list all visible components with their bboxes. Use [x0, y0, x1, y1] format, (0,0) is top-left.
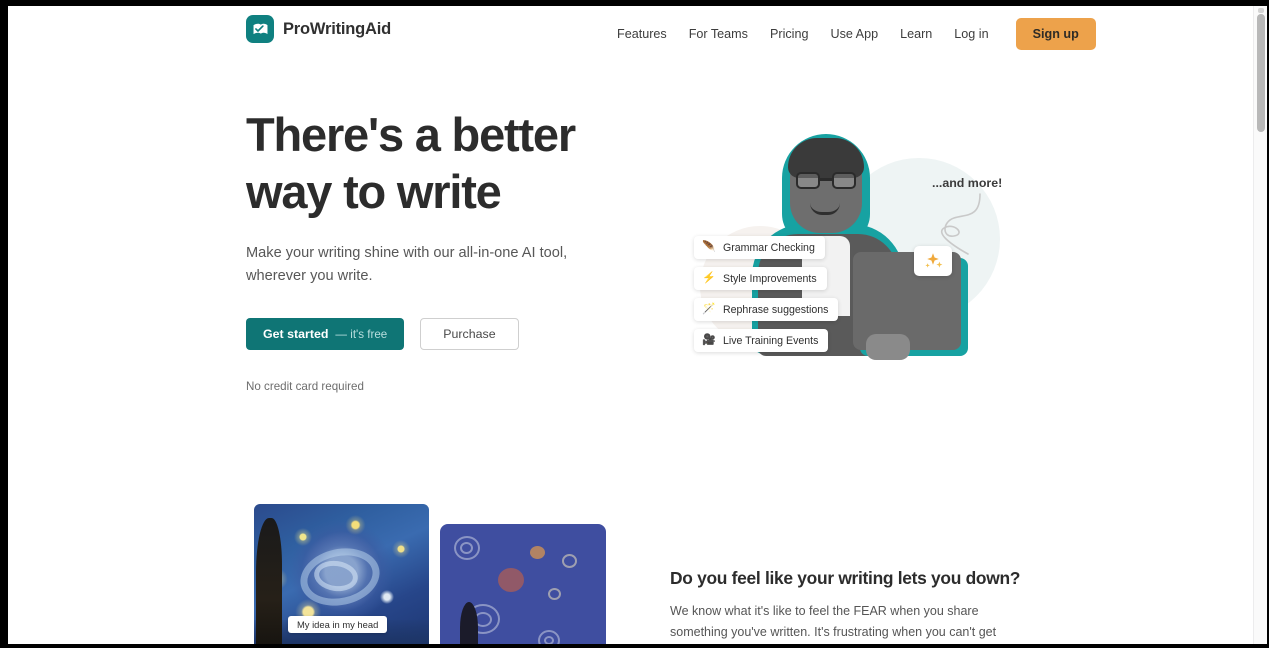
no-credit-card-note: No credit card required [246, 380, 364, 393]
scrollbar-thumb[interactable] [1257, 14, 1265, 132]
lightning-bolt-icon: ⚡ [702, 272, 716, 284]
video-camera-icon: 🎥 [702, 334, 716, 346]
feature-chip-style-improvements: ⚡ Style Improvements [694, 267, 827, 290]
section2-illustration: My idea in my head [254, 498, 606, 644]
hero-subtitle: Make your writing shine with our all-in-… [246, 245, 568, 284]
nav-link-pricing[interactable]: Pricing [759, 14, 820, 54]
get-started-button[interactable]: Get started — it's free [246, 318, 405, 350]
curved-pointer-line-icon [941, 193, 981, 255]
browser-window-frame: ProWritingAid Features For Teams Pricing… [0, 0, 1269, 648]
nav-link-log-in[interactable]: Log in [943, 14, 999, 54]
sketch-spiral [562, 554, 577, 568]
feature-chip-grammar-checking: 🪶 Grammar Checking [694, 236, 825, 259]
eyeglass-left [796, 172, 820, 189]
sign-up-button[interactable]: Sign up [1015, 18, 1096, 50]
brand-name: ProWritingAid [283, 19, 392, 38]
image-caption: My idea in my head [288, 616, 388, 633]
feature-chip-list: 🪶 Grammar Checking ⚡ Style Improvements … [694, 236, 839, 360]
and-more-label: ...and more! [932, 176, 1003, 190]
nav-link-use-app[interactable]: Use App [819, 14, 889, 54]
sketch-star-blob [530, 546, 545, 559]
site-header: ProWritingAid Features For Teams Pricing… [8, 6, 1253, 63]
page-scrollbar[interactable] [1253, 6, 1267, 644]
hero-title-line-2: way to write [246, 165, 502, 218]
section2-body: We know what it's like to feel the FEAR … [670, 604, 997, 639]
eyeglass-right [832, 172, 856, 189]
feature-chip-label: Live Training Events [723, 334, 819, 347]
book-check-logo-icon [246, 15, 274, 43]
page-viewport: ProWritingAid Features For Teams Pricing… [8, 6, 1267, 644]
purchase-button[interactable]: Purchase [420, 318, 519, 350]
person-hand [866, 334, 910, 360]
hero-actions: Get started — it's free Purchase [246, 318, 636, 350]
eyeglass-bridge [820, 178, 832, 181]
nav-link-learn[interactable]: Learn [889, 14, 943, 54]
simplified-sketch-panel [440, 524, 606, 644]
hero-illustration: ...and more! 🪶 Grammar Checking ⚡ Style … [670, 106, 1020, 396]
feature-chip-live-training-events: 🎥 Live Training Events [694, 329, 829, 352]
scrollbar-up-arrow[interactable] [1258, 8, 1264, 13]
get-started-note: — it's free [335, 327, 388, 341]
sketch-star-blob [498, 568, 524, 592]
main-navigation: Features For Teams Pricing Use App Learn… [606, 14, 1096, 54]
hero-title-line-1: There's a better [246, 108, 576, 161]
page-title: There's a better way to write [246, 106, 636, 220]
nav-link-for-teams[interactable]: For Teams [678, 14, 759, 54]
feature-chip-rephrase-suggestions: 🪄 Rephrase suggestions [694, 298, 839, 321]
eyeglasses-icon [796, 172, 856, 189]
nav-link-features[interactable]: Features [606, 14, 678, 54]
feature-chip-label: Rephrase suggestions [723, 303, 829, 316]
magic-wand-icon: 🪄 [702, 303, 716, 315]
cypress-tree [256, 518, 282, 644]
section2-copy-block: Do you feel like your writing lets you d… [670, 568, 1020, 644]
sketch-spiral [544, 636, 554, 644]
quill-pen-icon: 🪶 [702, 241, 716, 253]
get-started-label: Get started [263, 327, 329, 341]
hero-copy-block: There's a better way to write Make your … [246, 106, 636, 393]
feature-chip-label: Style Improvements [723, 272, 817, 285]
brand-logo-link[interactable]: ProWritingAid [246, 15, 391, 43]
sketch-spiral [460, 542, 473, 554]
sketch-spiral [548, 588, 561, 600]
section2-title: Do you feel like your writing lets you d… [670, 568, 1021, 588]
feature-chip-label: Grammar Checking [723, 241, 815, 254]
page-content: ProWritingAid Features For Teams Pricing… [8, 6, 1253, 644]
